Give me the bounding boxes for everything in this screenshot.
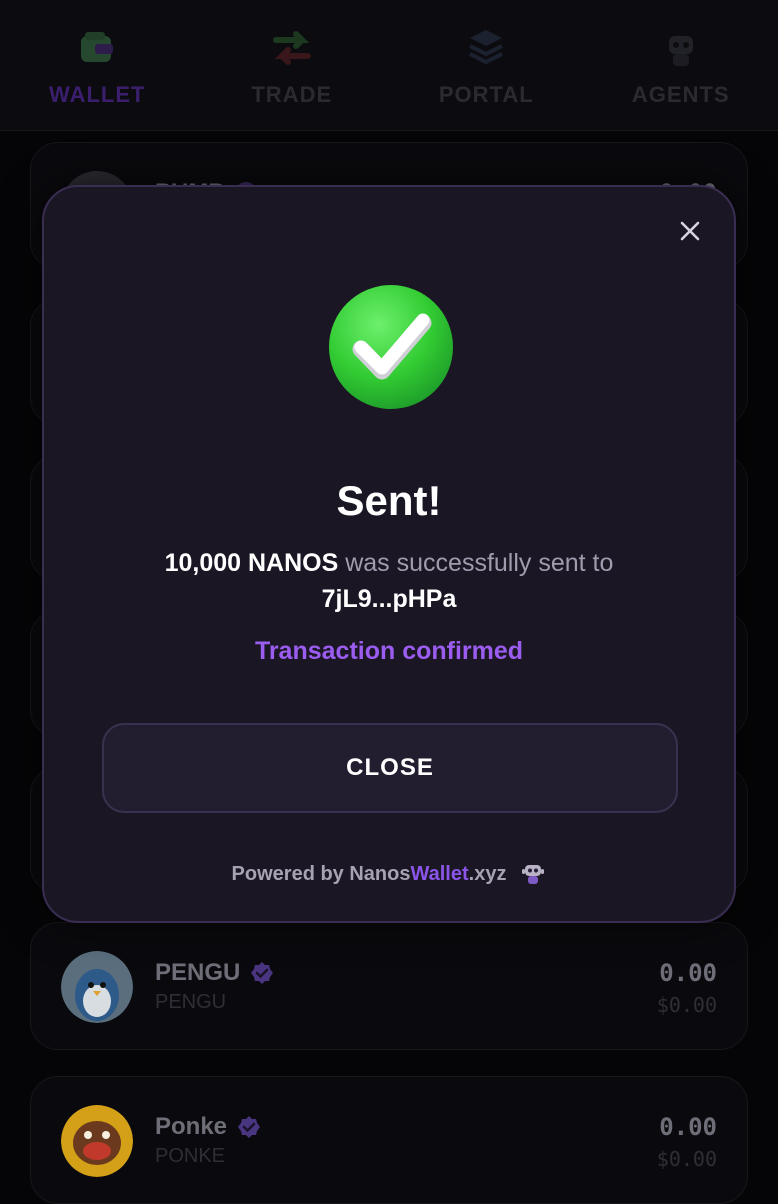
message-text: was successfully sent to (338, 549, 613, 577)
transaction-success-modal: Sent! 10,000 NANOS was successfully sent… (42, 185, 736, 923)
token-value: $0.00 (657, 1147, 717, 1171)
success-message: 10,000 NANOS was successfully sent to 7j… (84, 545, 694, 617)
modal-title: Sent! (44, 477, 734, 525)
transaction-status: Transaction confirmed (44, 637, 734, 666)
powered-by-footer: Powered by NanosWallet.xyz (44, 861, 734, 887)
verified-badge-icon (237, 1115, 261, 1139)
verified-badge-icon (250, 961, 274, 985)
token-card-pengu[interactable]: PENGU PENGU 0.00 $0.00 (30, 922, 748, 1050)
powered-prefix: Powered by Nanos (232, 863, 411, 885)
close-icon[interactable] (676, 217, 704, 245)
pengu-avatar (61, 951, 133, 1023)
token-name: PENGU (155, 959, 274, 987)
powered-suffix: .xyz (469, 863, 507, 885)
recipient-address: 7jL9...pHPa (322, 585, 457, 613)
token-amount: 0.00 (659, 1113, 717, 1141)
token-amount: 0.00 (659, 959, 717, 987)
powered-by-text: Powered by NanosWallet.xyz (232, 863, 507, 886)
token-name: Ponke (155, 1113, 261, 1141)
token-symbol: PONKE (155, 1145, 225, 1168)
token-card-ponke[interactable]: Ponke PONKE 0.00 $0.00 (30, 1076, 748, 1204)
sent-amount: 10,000 NANOS (165, 549, 339, 577)
powered-accent: Wallet (410, 863, 468, 885)
robot-icon (520, 861, 546, 887)
token-name-text: PENGU (155, 959, 240, 987)
ponke-avatar (61, 1105, 133, 1177)
success-check-icon (327, 283, 455, 411)
close-button[interactable]: CLOSE (102, 723, 678, 813)
token-name-text: Ponke (155, 1113, 227, 1141)
token-value: $0.00 (657, 993, 717, 1017)
token-symbol: PENGU (155, 991, 226, 1014)
